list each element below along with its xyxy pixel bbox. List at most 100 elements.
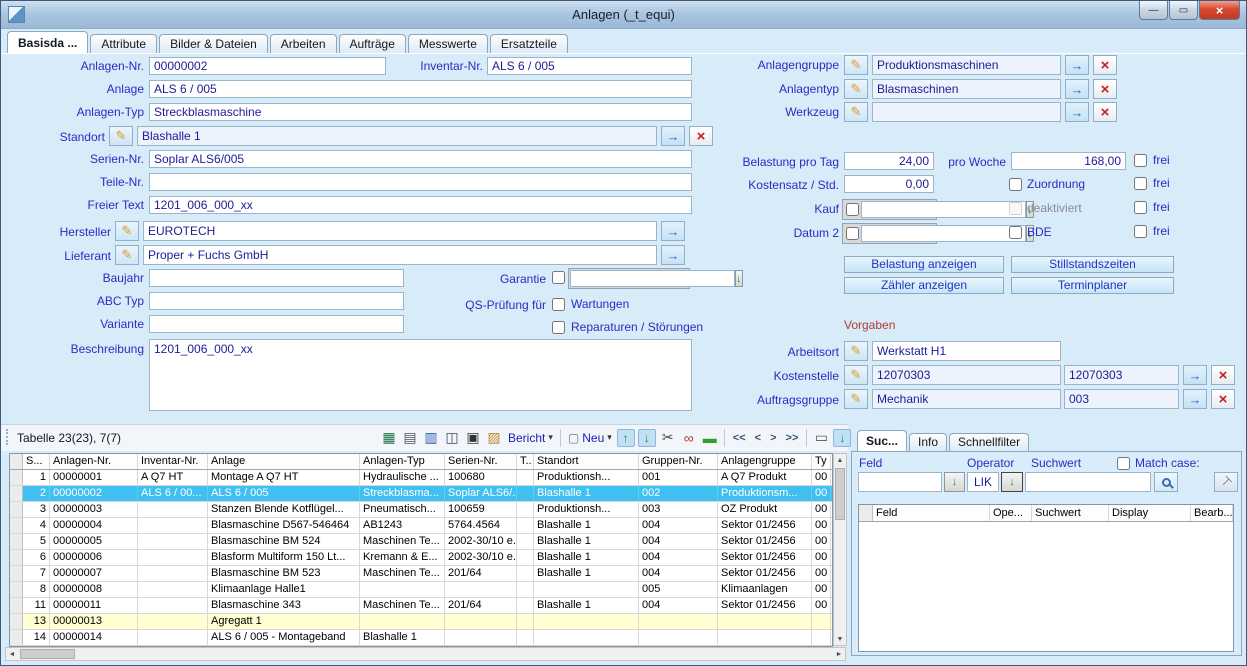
datum2-date-field[interactable]: [861, 225, 1026, 242]
zuordnung-checkbox[interactable]: [1009, 178, 1022, 191]
tab-attribute[interactable]: Attribute: [90, 34, 157, 53]
column-header-inventar-nr[interactable]: Inventar-Nr.: [138, 454, 208, 469]
kostenstelle-field[interactable]: [872, 365, 1061, 385]
frei2-checkbox[interactable]: [1134, 177, 1147, 190]
anlagengruppe-goto-arrow-icon[interactable]: →: [1065, 55, 1089, 75]
column-header-s[interactable]: S...: [23, 454, 50, 469]
anlage-field[interactable]: [149, 80, 692, 98]
column-header-standort[interactable]: Standort: [534, 454, 639, 469]
qs-reparaturen-checkbox[interactable]: [552, 321, 565, 334]
filter-column-header-suchwert[interactable]: Suchwert: [1032, 505, 1109, 521]
auftragsgruppe-edit-pencil-icon[interactable]: ✎: [844, 389, 868, 409]
inventar-nr-field[interactable]: [487, 57, 692, 75]
neu-button[interactable]: ▢Neu▾: [566, 431, 614, 445]
filter-column-header-ope[interactable]: Ope...: [990, 505, 1032, 521]
cut-icon[interactable]: ✂: [659, 429, 677, 447]
column-header-anlage[interactable]: Anlage: [208, 454, 360, 469]
tab-arbeiten[interactable]: Arbeiten: [270, 34, 337, 53]
tab-auftr-ge[interactable]: Aufträge: [339, 34, 406, 53]
anlagengruppe-clear-icon[interactable]: ×: [1093, 55, 1117, 75]
kauf-date-field[interactable]: [861, 201, 1026, 218]
anlagentyp-clear-icon[interactable]: ×: [1093, 79, 1117, 99]
table-row[interactable]: 1400000014ALS 6 / 005 - MontagebandBlash…: [10, 630, 832, 646]
hscroll-thumb[interactable]: [20, 649, 75, 659]
column-header-gruppen-nr[interactable]: Gruppen-Nr.: [639, 454, 718, 469]
scroll-right-icon[interactable]: ►: [833, 648, 845, 660]
auftragsgruppe-field[interactable]: [872, 389, 1061, 409]
garantie-date-field[interactable]: [570, 270, 735, 287]
search-tab-info[interactable]: Info: [909, 433, 947, 451]
link-icon[interactable]: ∞: [680, 429, 698, 447]
kostenstelle-clear-icon[interactable]: ×: [1211, 365, 1235, 385]
kostenstelle-nr-field[interactable]: [1064, 365, 1179, 385]
column-header-serien-nr[interactable]: Serien-Nr.: [445, 454, 517, 469]
search-button[interactable]: [1154, 472, 1178, 492]
maximize-button[interactable]: ▭: [1169, 1, 1198, 20]
operator-dropdown-arrow-icon[interactable]: ↓: [1001, 472, 1023, 492]
serien-nr-field[interactable]: [149, 150, 692, 168]
minimize-button[interactable]: —: [1139, 1, 1168, 20]
anlagentyp-field[interactable]: [872, 79, 1061, 99]
anlagen-typ-field[interactable]: [149, 103, 692, 121]
terminplaner-button[interactable]: Terminplaner: [1011, 277, 1174, 294]
teile-nr-field[interactable]: [149, 173, 692, 191]
scroll-left-icon[interactable]: ◄: [6, 648, 18, 660]
snapshot-icon[interactable]: ▣: [464, 429, 482, 447]
filter-column-header-display[interactable]: Display: [1109, 505, 1191, 521]
tab-messwerte[interactable]: Messwerte: [408, 34, 488, 53]
column-header-ty[interactable]: Ty: [812, 454, 831, 469]
report-folder-icon[interactable]: ▨: [485, 429, 503, 447]
main-table-hscrollbar[interactable]: ◄ ►: [5, 647, 846, 661]
nav-last-button[interactable]: >>: [783, 432, 802, 444]
arbeitsort-edit-pencil-icon[interactable]: ✎: [844, 341, 868, 361]
move-down-icon[interactable]: ↓: [638, 429, 656, 447]
filter-column-header-bearb[interactable]: Bearb...: [1191, 505, 1233, 521]
pin-panel-button[interactable]: ⊣: [1214, 472, 1238, 492]
auftragsgruppe-goto-arrow-icon[interactable]: →: [1183, 389, 1207, 409]
excel-export-icon[interactable]: ▦: [380, 429, 398, 447]
main-table-vscrollbar[interactable]: ▲ ▼: [833, 453, 847, 646]
frei3-checkbox[interactable]: [1134, 201, 1147, 214]
anlagentyp-edit-pencil-icon[interactable]: ✎: [844, 79, 868, 99]
print-options-icon[interactable]: ▥: [422, 429, 440, 447]
feld-field[interactable]: [858, 472, 942, 492]
vscroll-thumb[interactable]: [835, 468, 845, 520]
move-up-icon[interactable]: ↑: [617, 429, 635, 447]
standort-goto-arrow-icon[interactable]: →: [661, 126, 685, 146]
beschreibung-field[interactable]: 1201_006_000_xx: [149, 339, 692, 411]
table-row[interactable]: 400000004Blasmaschine D567-546464AB12435…: [10, 518, 832, 534]
tab-bilder-dateien[interactable]: Bilder & Dateien: [159, 34, 268, 53]
search-tab-schnellfilter[interactable]: Schnellfilter: [949, 433, 1029, 451]
table-row[interactable]: 500000005Blasmaschine BM 524Maschinen Te…: [10, 534, 832, 550]
table-row[interactable]: 600000006Blasform Multiform 150 Lt...Kre…: [10, 550, 832, 566]
frei4-checkbox[interactable]: [1134, 225, 1147, 238]
form-view-icon[interactable]: ▭: [812, 429, 830, 447]
collapse-panel-icon[interactable]: ↓: [833, 429, 851, 447]
bde-checkbox[interactable]: [1009, 226, 1022, 239]
nav-next-button[interactable]: >: [767, 432, 779, 444]
print-preview-icon[interactable]: ◫: [443, 429, 461, 447]
anlagengruppe-field[interactable]: [872, 55, 1061, 75]
hersteller-field[interactable]: [143, 221, 657, 241]
table-row[interactable]: 100000001A Q7 HTMontage A Q7 HTHydraulis…: [10, 470, 832, 486]
table-row[interactable]: 1100000011Blasmaschine 343Maschinen Te..…: [10, 598, 832, 614]
filter-column-header-feld[interactable]: Feld: [873, 505, 990, 521]
lieferant-goto-arrow-icon[interactable]: →: [661, 245, 685, 265]
baujahr-field[interactable]: [149, 269, 404, 287]
suchwert-field[interactable]: [1025, 472, 1151, 492]
standort-clear-icon[interactable]: ×: [689, 126, 713, 146]
nav-prev-button[interactable]: <: [752, 432, 764, 444]
kostensatz-field[interactable]: [844, 175, 934, 193]
tab-ersatzteile[interactable]: Ersatzteile: [490, 34, 568, 53]
print-icon[interactable]: ▤: [401, 429, 419, 447]
feld-dropdown-arrow-icon[interactable]: ↓: [944, 472, 965, 492]
match-case-checkbox[interactable]: [1117, 457, 1130, 470]
freier-text-field[interactable]: [149, 196, 692, 214]
scroll-down-icon[interactable]: ▼: [834, 633, 846, 645]
column-header-t[interactable]: T..: [517, 454, 534, 469]
kostenstelle-goto-arrow-icon[interactable]: →: [1183, 365, 1207, 385]
garantie-checkbox[interactable]: [552, 271, 565, 284]
close-button[interactable]: ×: [1199, 1, 1240, 20]
qs-wartungen-checkbox[interactable]: [552, 298, 565, 311]
kostenstelle-edit-pencil-icon[interactable]: ✎: [844, 365, 868, 385]
